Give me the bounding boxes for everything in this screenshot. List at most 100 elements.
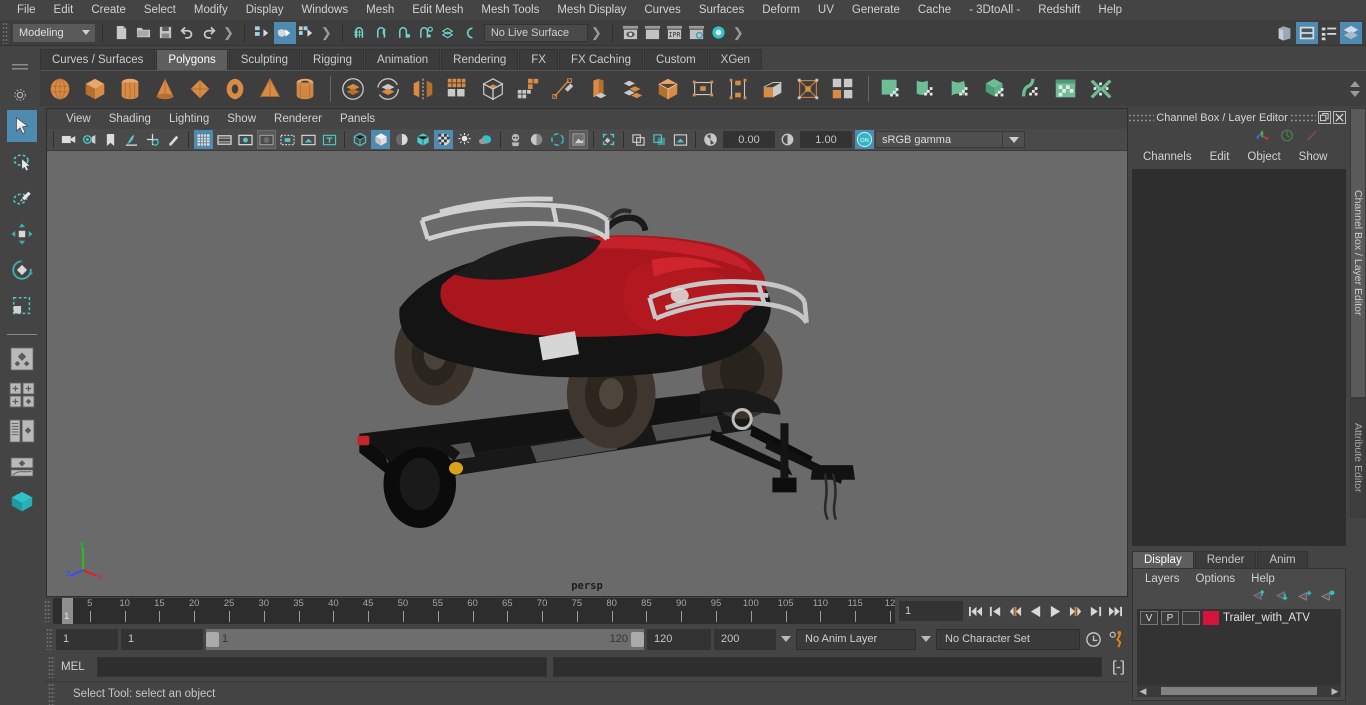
- layer-name-label[interactable]: Trailer_with_ATV: [1223, 612, 1310, 624]
- step-forward-keyframe-icon[interactable]: [1087, 602, 1104, 620]
- poly-cone-icon[interactable]: [149, 73, 181, 105]
- layer-menu-options[interactable]: Options: [1188, 573, 1244, 585]
- color-management-chevron-down-icon[interactable]: [1003, 131, 1025, 148]
- shelf-tab-sculpting[interactable]: Sculpting: [228, 49, 301, 70]
- channel-box-icon[interactable]: [1254, 128, 1270, 146]
- channel-box-content[interactable]: [1132, 169, 1346, 546]
- select-tool[interactable]: [7, 110, 37, 142]
- layer-row[interactable]: V P Trailer_with_ATV: [1137, 609, 1341, 627]
- move-tool[interactable]: [7, 218, 37, 250]
- shelf-tab-fx-caching[interactable]: FX Caching: [558, 49, 644, 70]
- character-set-dropdown[interactable]: No Character Set: [936, 628, 1080, 650]
- rotate-tool[interactable]: [7, 254, 37, 286]
- channel-box-menu-show[interactable]: Show: [1290, 151, 1337, 163]
- character-set-chevron-down-icon[interactable]: [919, 629, 933, 650]
- poly-extrude-icon[interactable]: [512, 73, 544, 105]
- xray-icon[interactable]: [506, 130, 525, 149]
- scroll-thumb[interactable]: [1161, 687, 1317, 695]
- gamma-field[interactable]: 1.00: [800, 131, 852, 148]
- undo-icon[interactable]: [176, 22, 198, 44]
- step-forward-frame-icon[interactable]: [1067, 602, 1084, 620]
- render-settings-icon[interactable]: [686, 22, 708, 44]
- viewport-menu-panels[interactable]: Panels: [331, 109, 384, 129]
- command-line-grip[interactable]: [48, 656, 55, 678]
- perspective-viewport[interactable]: y x z persp: [47, 151, 1127, 596]
- image-plane-icon[interactable]: [122, 130, 141, 149]
- shelf-scroll-up-icon[interactable]: [1350, 80, 1360, 87]
- shelf-scroll-arrows[interactable]: [1348, 79, 1362, 99]
- viewport-menu-view[interactable]: View: [57, 109, 100, 129]
- channel-box-menu-channels[interactable]: Channels: [1134, 151, 1201, 163]
- viewport-renderer-icon[interactable]: [569, 130, 588, 149]
- safe-action-icon[interactable]: [299, 130, 318, 149]
- menu-item-mesh-display[interactable]: Mesh Display: [548, 0, 635, 20]
- poly-booleans-union-icon[interactable]: [337, 73, 369, 105]
- scroll-right-icon[interactable]: ▶: [1329, 686, 1341, 697]
- current-frame-field[interactable]: 1: [899, 601, 963, 621]
- ipr-render-icon[interactable]: IPR: [664, 22, 686, 44]
- menu-item-mesh[interactable]: Mesh: [357, 0, 403, 20]
- script-editor-icon[interactable]: [1108, 657, 1128, 677]
- select-by-object-type-icon[interactable]: [273, 21, 296, 44]
- anim-layer-chevron-down-icon[interactable]: [779, 629, 793, 650]
- range-start-field[interactable]: 1: [121, 628, 203, 650]
- text-toggle-icon[interactable]: [320, 130, 339, 149]
- menu-item-mesh-tools[interactable]: Mesh Tools: [472, 0, 548, 20]
- exposure-icon[interactable]: [701, 130, 720, 149]
- show-hide-attribute-editor-icon[interactable]: [1296, 21, 1318, 44]
- channel-box-menu-edit[interactable]: Edit: [1201, 151, 1239, 163]
- panel-zoom-icon[interactable]: [650, 130, 669, 149]
- textured-icon[interactable]: [434, 130, 453, 149]
- poly-mirror-icon[interactable]: [407, 73, 439, 105]
- poly-octahedron-icon[interactable]: [184, 73, 216, 105]
- display-layer-icon[interactable]: [629, 130, 648, 149]
- shelf-scroll-down-icon[interactable]: [1350, 90, 1360, 97]
- menu-item-uv[interactable]: UV: [809, 0, 843, 20]
- menu-item-deform[interactable]: Deform: [753, 0, 809, 20]
- save-scene-icon[interactable]: [154, 22, 176, 44]
- snap-to-curve-icon[interactable]: [372, 22, 394, 44]
- go-to-start-icon[interactable]: [967, 602, 984, 620]
- hypershade-persp-layout-icon[interactable]: [7, 487, 37, 519]
- create-layer-from-selected-icon[interactable]: [1320, 589, 1335, 605]
- snapshot-icon[interactable]: [671, 130, 690, 149]
- gamma-icon[interactable]: [778, 130, 797, 149]
- paint-select-tool[interactable]: [7, 182, 37, 214]
- film-origin-icon[interactable]: [278, 130, 297, 149]
- range-start-handle[interactable]: [206, 631, 219, 647]
- status-line-expand-1[interactable]: ❯: [220, 25, 237, 41]
- poly-wedge-icon[interactable]: [757, 73, 789, 105]
- layer-shading-toggle[interactable]: [1182, 611, 1200, 625]
- snap-to-view-plane-icon[interactable]: [438, 22, 460, 44]
- viewport-menu-show[interactable]: Show: [218, 109, 265, 129]
- lasso-select-tool[interactable]: [7, 146, 37, 178]
- snap-to-grid-icon[interactable]: [350, 22, 372, 44]
- range-end-field[interactable]: 120: [647, 628, 711, 650]
- layer-tab-render[interactable]: Render: [1194, 551, 1257, 568]
- time-slider-grip[interactable]: [44, 600, 51, 622]
- status-line-grip[interactable]: [2, 21, 9, 44]
- layer-visibility-toggle[interactable]: V: [1140, 611, 1158, 625]
- step-back-keyframe-icon[interactable]: [987, 602, 1004, 620]
- range-slider-grip[interactable]: [46, 628, 53, 650]
- layer-menu-layers[interactable]: Layers: [1137, 573, 1188, 585]
- persp-graph-layout-icon[interactable]: [7, 451, 37, 483]
- outliner-persp-layout-icon[interactable]: [7, 415, 37, 447]
- poly-detach-icon[interactable]: [827, 73, 859, 105]
- open-scene-icon[interactable]: [132, 22, 154, 44]
- render-sequence-icon[interactable]: [642, 22, 664, 44]
- grid-toggle-icon[interactable]: [194, 130, 213, 149]
- menu-item-curves[interactable]: Curves: [635, 0, 689, 20]
- menu-item-select[interactable]: Select: [135, 0, 185, 20]
- layer-menu-help[interactable]: Help: [1243, 573, 1283, 585]
- play-forwards-icon[interactable]: [1047, 602, 1064, 620]
- menu-item-display[interactable]: Display: [237, 0, 293, 20]
- shelf-menu-icon[interactable]: [12, 64, 28, 72]
- status-line-expand-4[interactable]: ❯: [730, 25, 747, 41]
- auto-keyframe-icon[interactable]: [1083, 629, 1103, 649]
- uv-editor-icon[interactable]: [1050, 73, 1082, 105]
- uv-cylindrical-icon[interactable]: [910, 73, 942, 105]
- layer-tab-anim[interactable]: Anim: [1257, 551, 1308, 568]
- poly-append-icon[interactable]: [722, 73, 754, 105]
- four-view-layout-icon[interactable]: [7, 379, 37, 411]
